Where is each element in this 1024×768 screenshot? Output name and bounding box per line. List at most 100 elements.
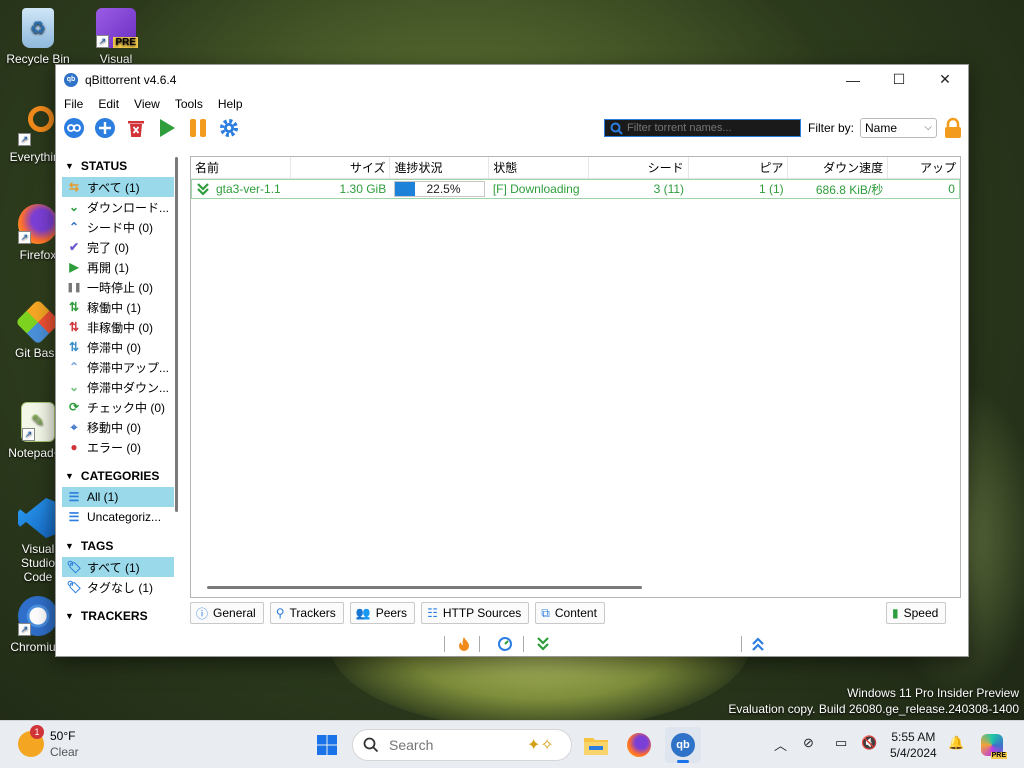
- taskbar-firefox[interactable]: [621, 727, 657, 763]
- windows-icon: [317, 735, 337, 755]
- sidebar-status-item[interactable]: ⌄ 停滞中ダウン...: [62, 377, 174, 397]
- sidebar-status-item[interactable]: ⌃ 停滞中アップ...: [62, 357, 174, 377]
- status-header[interactable]: ▼ STATUS: [62, 155, 174, 177]
- tab-peers[interactable]: 👥 Peers: [349, 602, 416, 624]
- clock-date: 5/4/2024: [890, 746, 937, 760]
- chevron-down-icon: ⌵: [924, 122, 932, 133]
- filter-by-select[interactable]: Name ⌵: [860, 118, 937, 138]
- chevron-up-icon[interactable]: ︿: [774, 735, 787, 754]
- active-app-indicator: [677, 760, 689, 763]
- display-icon[interactable]: ▭: [835, 735, 847, 751]
- categories-header[interactable]: ▼ CATEGORIES: [62, 465, 174, 487]
- menu-tools[interactable]: Tools: [175, 97, 203, 111]
- tag-item-all[interactable]: 🏷 すべて (1): [62, 557, 174, 577]
- filter-search-input[interactable]: [627, 122, 777, 134]
- taskbar-search[interactable]: ✦✧: [352, 729, 572, 761]
- torrent-list: 名前 サイズ 進捗状況 状態 シード ピア ダウン速度 アップ gta3-ver…: [190, 156, 961, 598]
- column-header-down-speed[interactable]: ダウン速度: [788, 157, 889, 178]
- sun-icon: 1: [18, 725, 44, 757]
- tab-trackers[interactable]: ⚲ Trackers: [269, 602, 344, 624]
- menu-edit[interactable]: Edit: [98, 97, 119, 111]
- sidebar-status-item[interactable]: ⌖ 移動中 (0): [62, 417, 174, 437]
- column-header-up-speed[interactable]: アップ: [888, 157, 960, 178]
- filter-search-box[interactable]: [604, 119, 801, 137]
- error-icon: ●: [70, 440, 78, 454]
- add-torrent-link-button[interactable]: [63, 117, 85, 139]
- sidebar-status-item[interactable]: ❚❚ 一時停止 (0): [62, 277, 174, 297]
- maximize-button[interactable]: ☐: [876, 65, 922, 94]
- volume-off-icon[interactable]: 🔇: [861, 735, 877, 751]
- table-row[interactable]: gta3-ver-1.1 1.30 GiB 22.5% [F] Download…: [191, 179, 960, 199]
- desktop-icon-recycle-bin[interactable]: ♻ Recycle Bin: [6, 8, 70, 66]
- network-off-icon[interactable]: ⊘: [803, 735, 814, 751]
- taskbar-qbittorrent[interactable]: qb: [665, 727, 701, 763]
- tag-item-untagged[interactable]: 🏷 タグなし (1): [62, 577, 174, 597]
- menu-help[interactable]: Help: [218, 97, 243, 111]
- column-header-size[interactable]: サイズ: [291, 157, 391, 178]
- minimize-button[interactable]: —: [830, 65, 876, 94]
- sidebar-status-label: 稼働中 (1): [87, 300, 142, 315]
- column-header-peers[interactable]: ピア: [689, 157, 789, 178]
- title-bar[interactable]: qb qBittorrent v4.6.4 — ☐ ✕: [56, 65, 968, 94]
- column-header-name[interactable]: 名前: [191, 157, 291, 178]
- column-header-seeds[interactable]: シード: [589, 157, 689, 178]
- resume-button[interactable]: [156, 117, 178, 139]
- menu-file[interactable]: File: [64, 97, 83, 111]
- row-peers: 1 (1): [758, 182, 784, 196]
- system-clock[interactable]: 5:55 AM 5/4/2024: [890, 729, 937, 761]
- sidebar-status-item[interactable]: ⌃ シード中 (0): [62, 217, 174, 237]
- qbittorrent-app-icon: qb: [64, 72, 78, 87]
- notification-bell-icon[interactable]: 🔔: [948, 735, 964, 751]
- sidebar-status-item[interactable]: ⇅ 停滞中 (0): [62, 337, 174, 357]
- filter-by-label: Filter by:: [808, 121, 855, 135]
- active-icon: ⇅: [68, 300, 80, 314]
- sidebar-status-item[interactable]: ⌄ ダウンロード...: [62, 197, 174, 217]
- sidebar-status-item[interactable]: ▶ 再開 (1): [62, 257, 174, 277]
- weather-widget[interactable]: 1 50°F Clear: [18, 725, 79, 760]
- tab-speed[interactable]: ▮ Speed: [886, 602, 947, 624]
- sidebar-status-label: 再開 (1): [87, 260, 130, 275]
- options-button[interactable]: [218, 117, 240, 139]
- list-horizontal-scrollbar[interactable]: [207, 586, 642, 589]
- pause-button[interactable]: [187, 117, 209, 139]
- row-name: gta3-ver-1.1: [216, 182, 281, 196]
- row-seeds: 3 (11): [653, 182, 685, 196]
- sidebar-status-item[interactable]: ✔ 完了 (0): [62, 237, 174, 257]
- tab-general[interactable]: ⓘ General: [190, 602, 264, 624]
- taskbar-file-explorer[interactable]: [578, 727, 614, 763]
- copilot-button[interactable]: PRE: [974, 727, 1010, 763]
- trash-icon: [128, 121, 144, 137]
- category-item-all[interactable]: ☰ All (1): [62, 487, 174, 507]
- start-button[interactable]: [309, 727, 345, 763]
- add-torrent-file-button[interactable]: [94, 117, 116, 139]
- sidebar-status-item[interactable]: ⇅ 非稼働中 (0): [62, 317, 174, 337]
- column-header-status[interactable]: 状態: [489, 157, 589, 178]
- tags-header[interactable]: ▼ TAGS: [62, 535, 174, 557]
- sidebar-status-item[interactable]: ● エラー (0): [62, 437, 174, 457]
- trackers-header[interactable]: ▼ TRACKERS: [62, 605, 174, 627]
- download-speed-icon[interactable]: [536, 636, 550, 652]
- delete-torrent-button[interactable]: [125, 117, 147, 139]
- tab-content[interactable]: ⧉ Content: [535, 602, 605, 624]
- close-button[interactable]: ✕: [922, 65, 968, 94]
- fire-icon[interactable]: [457, 636, 471, 652]
- sidebar-status-item[interactable]: ⟳ チェック中 (0): [62, 397, 174, 417]
- column-header-progress[interactable]: 進捗状況: [390, 157, 490, 178]
- tag-icon: 🏷: [66, 560, 82, 574]
- lock-ui-button[interactable]: [942, 117, 964, 139]
- sidebar-status-label: 完了 (0): [87, 240, 130, 255]
- pre-badge: PRE: [113, 37, 138, 48]
- sidebar-status-item[interactable]: ⇆ すべて (1): [62, 177, 174, 197]
- sidebar-scrollbar[interactable]: [175, 157, 178, 512]
- menu-view[interactable]: View: [134, 97, 160, 111]
- menu-bar: File Edit View Tools Help: [56, 94, 968, 114]
- progress-bar: 22.5%: [394, 181, 485, 197]
- category-item-uncategorized[interactable]: ☰ Uncategoriz...: [62, 507, 174, 527]
- speed-limit-icon[interactable]: [497, 636, 513, 652]
- sidebar-status-label: 非稼働中 (0): [87, 320, 154, 335]
- tab-http-sources[interactable]: ☷ HTTP Sources: [421, 602, 530, 624]
- watermark-line2: Evaluation copy. Build 26080.ge_release.…: [728, 702, 1019, 716]
- upload-speed-icon[interactable]: [751, 636, 765, 652]
- taskbar-search-input[interactable]: [389, 737, 509, 753]
- sidebar-status-item[interactable]: ⇅ 稼働中 (1): [62, 297, 174, 317]
